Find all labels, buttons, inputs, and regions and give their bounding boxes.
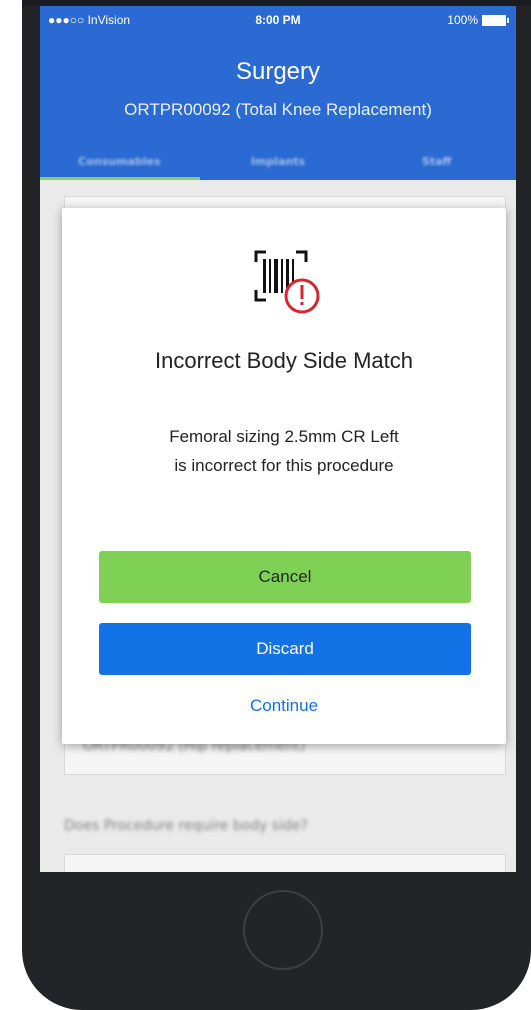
dialog-message-line-1: Femoral sizing 2.5mm CR Left [169,427,399,446]
dialog-title: Incorrect Body Side Match [154,348,413,373]
status-bar: ●●●○○ InVision 8:00 PM 100% [40,6,516,34]
app-header: Surgery ORTPR00092 (Total Knee Replaceme… [40,34,516,180]
home-button[interactable] [243,890,323,970]
barcode-alert-icon [254,250,320,314]
tab-consumables[interactable]: Consumables [40,149,199,180]
battery-percent: 100% [447,13,478,27]
cancel-button[interactable]: Cancel [99,551,471,603]
dialog-message-line-2: is incorrect for this procedure [174,456,394,475]
procedure-subtitle: ORTPR00092 (Total Knee Replacement) [124,100,432,119]
battery-status: 100% [447,13,509,27]
page-title: Surgery [235,58,321,85]
dialog-message: Femoral sizing 2.5mm CR Left is incorrec… [62,422,506,480]
tab-implants[interactable]: Implants [199,149,358,180]
alert-dialog: Incorrect Body Side Match Femoral sizing… [62,208,506,744]
battery-icon [482,14,509,26]
tab-staff[interactable]: Staff [357,149,516,180]
tab-bar: Consumables Implants Staff [40,149,516,180]
app-screen: ●●●○○ InVision 8:00 PM 100% Surgery ORTP… [40,6,516,872]
continue-link[interactable]: Continue [62,696,506,716]
discard-button[interactable]: Discard [99,623,471,675]
clock: 8:00 PM [255,13,301,27]
